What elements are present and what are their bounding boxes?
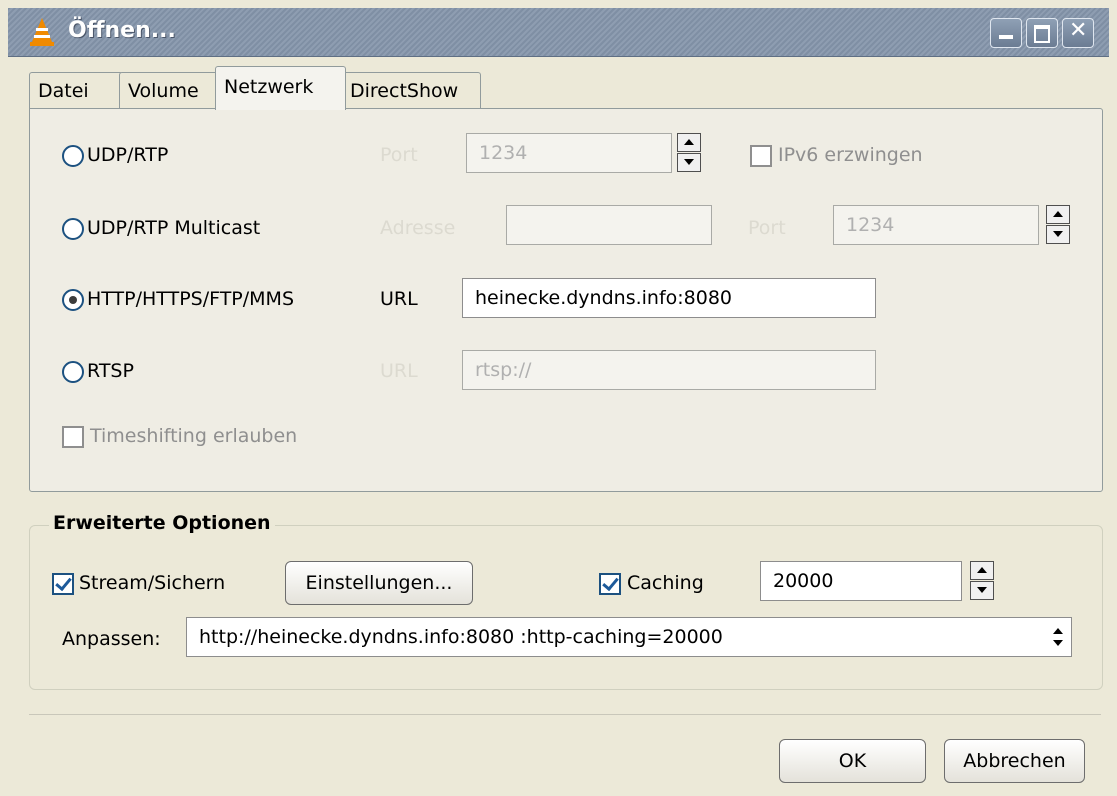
- multicast-port-field[interactable]: 1234: [833, 205, 1039, 245]
- customize-dropdown[interactable]: [1046, 621, 1070, 653]
- customize-field[interactable]: http://heinecke.dyndns.info:8080 :http-c…: [186, 617, 1072, 657]
- stream-checkbox[interactable]: [52, 573, 74, 595]
- multicast-address-label: Adresse: [380, 217, 456, 239]
- tab-label: Datei: [38, 80, 89, 102]
- rtsp-radio[interactable]: [62, 361, 84, 383]
- spin-up-icon[interactable]: [677, 133, 701, 152]
- caching-spinner[interactable]: [970, 561, 994, 601]
- ok-button[interactable]: OK: [779, 739, 926, 783]
- http-label: HTTP/HTTPS/FTP/MMS: [87, 288, 295, 310]
- spin-down-icon[interactable]: [677, 153, 701, 172]
- spin-down-icon[interactable]: [970, 581, 994, 600]
- timeshifting-label: Timeshifting erlauben: [90, 425, 298, 447]
- http-url-label: URL: [380, 288, 418, 310]
- http-radio[interactable]: [62, 289, 84, 311]
- udp-rtp-label: UDP/RTP: [87, 144, 169, 166]
- tab-label: Volume: [128, 80, 199, 102]
- http-url-field[interactable]: heinecke.dyndns.info:8080: [462, 278, 876, 318]
- close-icon: ✕: [1069, 18, 1088, 43]
- timeshifting-checkbox[interactable]: [62, 426, 84, 448]
- stream-label: Stream/Sichern: [79, 572, 226, 594]
- spin-down-icon[interactable]: [1046, 225, 1070, 244]
- tab-datei[interactable]: Datei: [29, 72, 123, 109]
- multicast-address-field[interactable]: [506, 205, 712, 245]
- close-button[interactable]: ✕: [1062, 18, 1094, 48]
- tab-netzwerk[interactable]: Netzwerk: [215, 66, 346, 110]
- caching-label: Caching: [627, 572, 704, 594]
- checkmark-icon: [602, 573, 619, 592]
- multicast-port-label: Port: [748, 217, 786, 239]
- spin-up-icon[interactable]: [1046, 205, 1070, 224]
- rtsp-url-label: URL: [380, 360, 418, 382]
- tab-volume[interactable]: Volume: [119, 72, 229, 109]
- tab-directshow[interactable]: DirectShow: [341, 72, 481, 109]
- tab-label: DirectShow: [350, 80, 459, 102]
- cancel-button[interactable]: Abbrechen: [944, 739, 1085, 783]
- udp-multicast-label: UDP/RTP Multicast: [87, 217, 261, 239]
- spin-up-icon[interactable]: [970, 561, 994, 580]
- advanced-options-title: Erweiterte Optionen: [49, 512, 275, 534]
- caching-checkbox[interactable]: [599, 573, 621, 595]
- udp-multicast-radio[interactable]: [62, 218, 84, 240]
- caching-field[interactable]: 20000: [760, 561, 962, 601]
- udp-port-label: Port: [380, 144, 418, 166]
- customize-label: Anpassen:: [62, 628, 161, 650]
- updown-icon: [1053, 628, 1063, 646]
- udp-rtp-radio[interactable]: [62, 145, 84, 167]
- ipv6-label: IPv6 erzwingen: [778, 144, 923, 166]
- separator: [29, 714, 1101, 715]
- ipv6-checkbox[interactable]: [750, 145, 772, 167]
- advanced-options-group: [29, 525, 1103, 690]
- minimize-button[interactable]: [990, 18, 1022, 48]
- minimize-icon: [999, 35, 1013, 39]
- maximize-icon: [1034, 25, 1050, 43]
- udp-port-field[interactable]: 1234: [466, 133, 672, 173]
- maximize-button[interactable]: [1026, 18, 1058, 48]
- title-bar[interactable]: Öffnen... ✕: [8, 8, 1109, 57]
- window-title: Öffnen...: [68, 18, 176, 43]
- rtsp-url-field[interactable]: rtsp://: [462, 350, 876, 390]
- settings-button[interactable]: Einstellungen...: [285, 561, 473, 605]
- radio-selected-dot: [69, 296, 77, 304]
- multicast-port-spinner[interactable]: [1046, 205, 1070, 245]
- vlc-cone-icon: [30, 18, 54, 46]
- rtsp-label: RTSP: [87, 360, 134, 382]
- udp-port-spinner[interactable]: [677, 133, 701, 173]
- tab-label: Netzwerk: [224, 76, 314, 98]
- checkmark-icon: [55, 573, 72, 592]
